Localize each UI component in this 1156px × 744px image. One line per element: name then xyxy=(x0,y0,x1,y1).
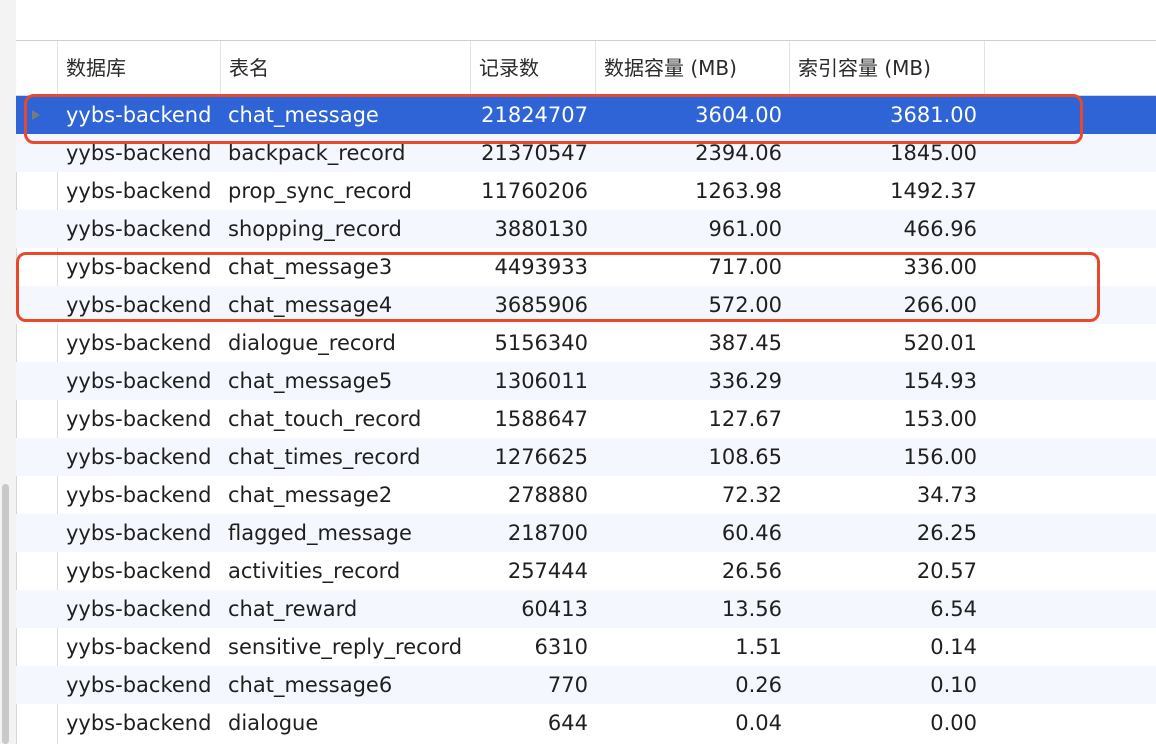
cell-database: yybs-backend xyxy=(66,635,212,659)
cell-table-name: chat_reward xyxy=(228,597,358,621)
cell-record-count: 218700 xyxy=(507,521,588,545)
cell-database: yybs-backend xyxy=(66,673,212,697)
highlight-box-middle xyxy=(16,252,1100,322)
cell-database: yybs-backend xyxy=(66,217,212,241)
table-row[interactable]: yybs-backend activities_record 257444 26.56… xyxy=(16,552,1156,590)
cell-record-count: 11760206 xyxy=(481,179,588,203)
cell-data-size: 961.00 xyxy=(708,217,782,241)
cell-index-size: 1492.37 xyxy=(890,179,977,203)
column-header-database[interactable]: 数据库 xyxy=(58,41,221,95)
cell-record-count: 6310 xyxy=(534,635,588,659)
table-row[interactable]: yybs-backend prop_sync_record 11760206 1263… xyxy=(16,172,1156,210)
cell-record-count: 1306011 xyxy=(494,369,588,393)
cell-database: yybs-backend xyxy=(66,483,212,507)
column-header-table[interactable]: 表名 xyxy=(221,41,471,95)
cell-index-size: 0.00 xyxy=(930,711,977,735)
cell-index-size: 520.01 xyxy=(903,331,977,355)
cell-data-size: 26.56 xyxy=(721,559,782,583)
cell-table-name: activities_record xyxy=(228,559,401,583)
cell-data-size: 0.26 xyxy=(735,673,782,697)
cell-index-size: 34.73 xyxy=(916,483,977,507)
table-row[interactable]: yybs-backend chat_touch_record 1588647 127.… xyxy=(16,400,1156,438)
cell-data-size: 387.45 xyxy=(708,331,782,355)
table-row[interactable]: yybs-backend dialogue 644 0.04 0.00 xyxy=(16,704,1156,742)
table-grid: 数据库 表名 记录数 数据容量 (MB) 索引容量 (MB) yybs-back… xyxy=(16,41,1156,744)
cell-database: yybs-backend xyxy=(66,369,212,393)
table-row[interactable]: yybs-backend chat_message2 278880 72.32 34.7… xyxy=(16,476,1156,514)
cell-record-count: 644 xyxy=(547,711,588,735)
header-gutter xyxy=(16,41,58,95)
table-header: 数据库 表名 记录数 数据容量 (MB) 索引容量 (MB) xyxy=(16,41,1156,96)
cell-record-count: 1276625 xyxy=(494,445,588,469)
cell-table-name: chat_message2 xyxy=(228,483,393,507)
cell-table-name: dialogue_record xyxy=(228,331,396,355)
column-header-index-size[interactable]: 索引容量 (MB) xyxy=(790,41,985,95)
table-row[interactable]: yybs-backend chat_times_record 1276625 108.… xyxy=(16,438,1156,476)
table-row[interactable]: yybs-backend shopping_record 3880130 961.00… xyxy=(16,210,1156,248)
cell-record-count: 257444 xyxy=(507,559,588,583)
cell-data-size: 60.46 xyxy=(721,521,782,545)
cell-index-size: 153.00 xyxy=(903,407,977,431)
cell-table-name: chat_message5 xyxy=(228,369,393,393)
cell-database: yybs-backend xyxy=(66,711,212,735)
table-row[interactable]: yybs-backend chat_message5 1306011 336.29 15… xyxy=(16,362,1156,400)
cell-database: yybs-backend xyxy=(66,407,212,431)
cell-data-size: 127.67 xyxy=(708,407,782,431)
cell-record-count: 3880130 xyxy=(494,217,588,241)
table-row[interactable]: yybs-backend dialogue_record 5156340 387.45… xyxy=(16,324,1156,362)
cell-data-size: 13.56 xyxy=(721,597,782,621)
cell-index-size: 6.54 xyxy=(930,597,977,621)
cell-table-name: prop_sync_record xyxy=(228,179,412,203)
cell-index-size: 20.57 xyxy=(916,559,977,583)
cell-data-size: 108.65 xyxy=(708,445,782,469)
toolbar-area xyxy=(16,0,1156,41)
cell-data-size: 0.04 xyxy=(735,711,782,735)
cell-record-count: 1588647 xyxy=(494,407,588,431)
table-body: yybs-backend chat_message 21824707 3604.00 3… xyxy=(16,96,1156,742)
cell-database: yybs-backend xyxy=(66,521,212,545)
cell-data-size: 72.32 xyxy=(721,483,782,507)
table-row[interactable]: yybs-backend sensitive_reply_record 6310 1.… xyxy=(16,628,1156,666)
cell-index-size: 0.10 xyxy=(930,673,977,697)
column-header-records[interactable]: 记录数 xyxy=(471,41,596,95)
cell-index-size: 154.93 xyxy=(903,369,977,393)
cell-table-name: chat_times_record xyxy=(228,445,421,469)
cell-database: yybs-backend xyxy=(66,331,212,355)
table-row[interactable]: yybs-backend chat_message6 770 0.26 0.10 xyxy=(16,666,1156,704)
cell-data-size: 1.51 xyxy=(735,635,782,659)
cell-record-count: 278880 xyxy=(507,483,588,507)
cell-record-count: 5156340 xyxy=(494,331,588,355)
cell-database: yybs-backend xyxy=(66,597,212,621)
cell-database: yybs-backend xyxy=(66,559,212,583)
cell-data-size: 336.29 xyxy=(708,369,782,393)
left-panel-edge xyxy=(0,0,17,744)
cell-table-name: chat_touch_record xyxy=(228,407,422,431)
cell-index-size: 26.25 xyxy=(916,521,977,545)
cell-index-size: 466.96 xyxy=(903,217,977,241)
column-header-data-size[interactable]: 数据容量 (MB) xyxy=(596,41,790,95)
table-row[interactable]: yybs-backend chat_reward 60413 13.56 6.54 xyxy=(16,590,1156,628)
cell-data-size: 1263.98 xyxy=(695,179,782,203)
cell-index-size: 156.00 xyxy=(903,445,977,469)
scrollbar-thumb[interactable] xyxy=(2,484,9,744)
cell-table-name: dialogue xyxy=(228,711,319,735)
cell-record-count: 770 xyxy=(547,673,588,697)
cell-table-name: chat_message6 xyxy=(228,673,393,697)
cell-index-size: 0.14 xyxy=(930,635,977,659)
cell-table-name: sensitive_reply_record xyxy=(228,635,463,659)
cell-table-name: shopping_record xyxy=(228,217,402,241)
table-row[interactable]: yybs-backend flagged_message 218700 60.46 26… xyxy=(16,514,1156,552)
highlight-box-top xyxy=(24,94,1083,144)
cell-database: yybs-backend xyxy=(66,445,212,469)
cell-table-name: flagged_message xyxy=(228,521,412,545)
cell-database: yybs-backend xyxy=(66,179,212,203)
cell-record-count: 60413 xyxy=(521,597,588,621)
